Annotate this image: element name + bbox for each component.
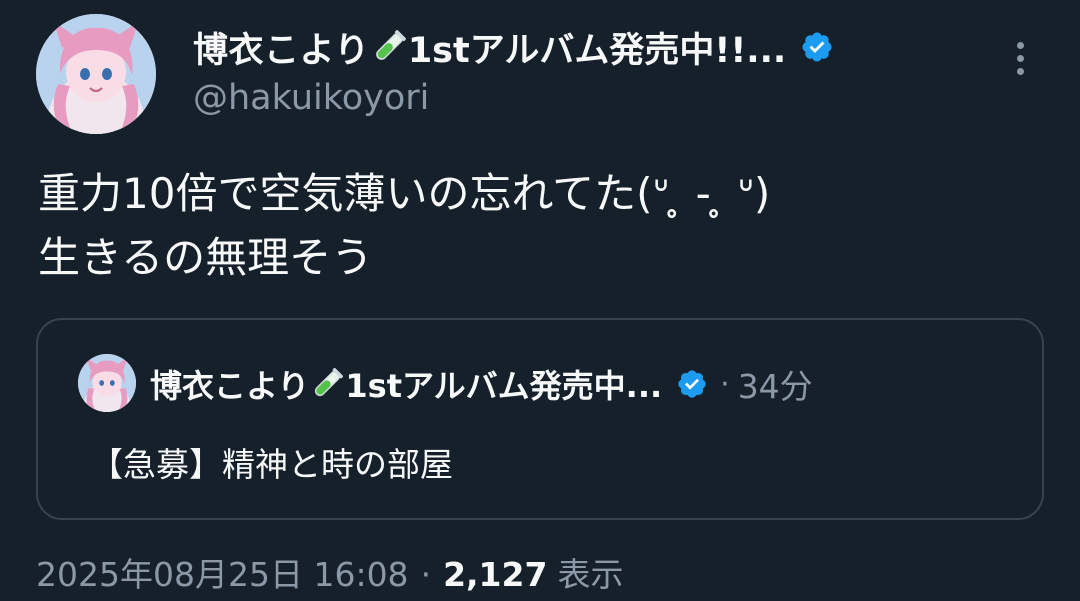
more-dot-icon (1016, 41, 1024, 49)
quoted-tweet[interactable]: 博衣こより 1stアルバム発売中... · 34分 【急募】精神と時の部屋 (36, 318, 1044, 520)
tweet-text-line-2: 生きるの無理そう (38, 233, 374, 282)
quoted-author-row: 博衣こより 1stアルバム発売中... · 34分 (150, 356, 813, 412)
views-label: 表示 (557, 555, 624, 594)
quoted-avatar-image (78, 354, 136, 412)
tweet-meta: 2025年08月25日 16:08 · 2,127 表示 (36, 548, 623, 596)
quoted-timestamp[interactable]: 34分 (738, 360, 813, 408)
tweet[interactable]: 博衣こより 1stアルバム発売中!!... @hakuikoyori 重力10倍… (0, 0, 1080, 601)
more-dot-icon (1016, 54, 1024, 62)
test-tube-icon (375, 30, 406, 60)
test-tube-icon (315, 368, 344, 397)
author-name[interactable]: 博衣こより (193, 22, 370, 73)
views-count: 2,127 (443, 555, 548, 594)
quoted-text: 【急募】精神と時の部屋 (90, 445, 453, 484)
author-name-row[interactable]: 博衣こより 1stアルバム発売中!!... (193, 22, 834, 72)
tweet-text-line-1: 重力10倍で空気薄いの忘れてた(ᐡ ̥ - ̥ ᐡ) (38, 169, 771, 218)
quoted-separator: · (720, 366, 730, 402)
meta-separator: · (420, 555, 432, 594)
more-dot-icon (1016, 67, 1024, 75)
avatar[interactable] (36, 14, 156, 134)
quoted-avatar[interactable] (78, 354, 136, 412)
avatar-image (36, 14, 156, 134)
verified-badge-icon (678, 370, 706, 398)
author-name-suffix[interactable]: 1stアルバム発売中!!... (408, 22, 786, 73)
tweet-datetime[interactable]: 2025年08月25日 16:08 (36, 548, 409, 596)
quoted-author-name-suffix: 1stアルバム発売中... (345, 367, 663, 405)
quoted-author-name: 博衣こより (150, 367, 310, 405)
verified-badge-icon[interactable] (800, 30, 834, 64)
tweet-text: 重力10倍で空気薄いの忘れてた(ᐡ ̥ - ̥ ᐡ) 生きるの無理そう (38, 162, 770, 290)
more-options-button[interactable] (1000, 36, 1040, 80)
author-handle[interactable]: @hakuikoyori (193, 78, 429, 118)
